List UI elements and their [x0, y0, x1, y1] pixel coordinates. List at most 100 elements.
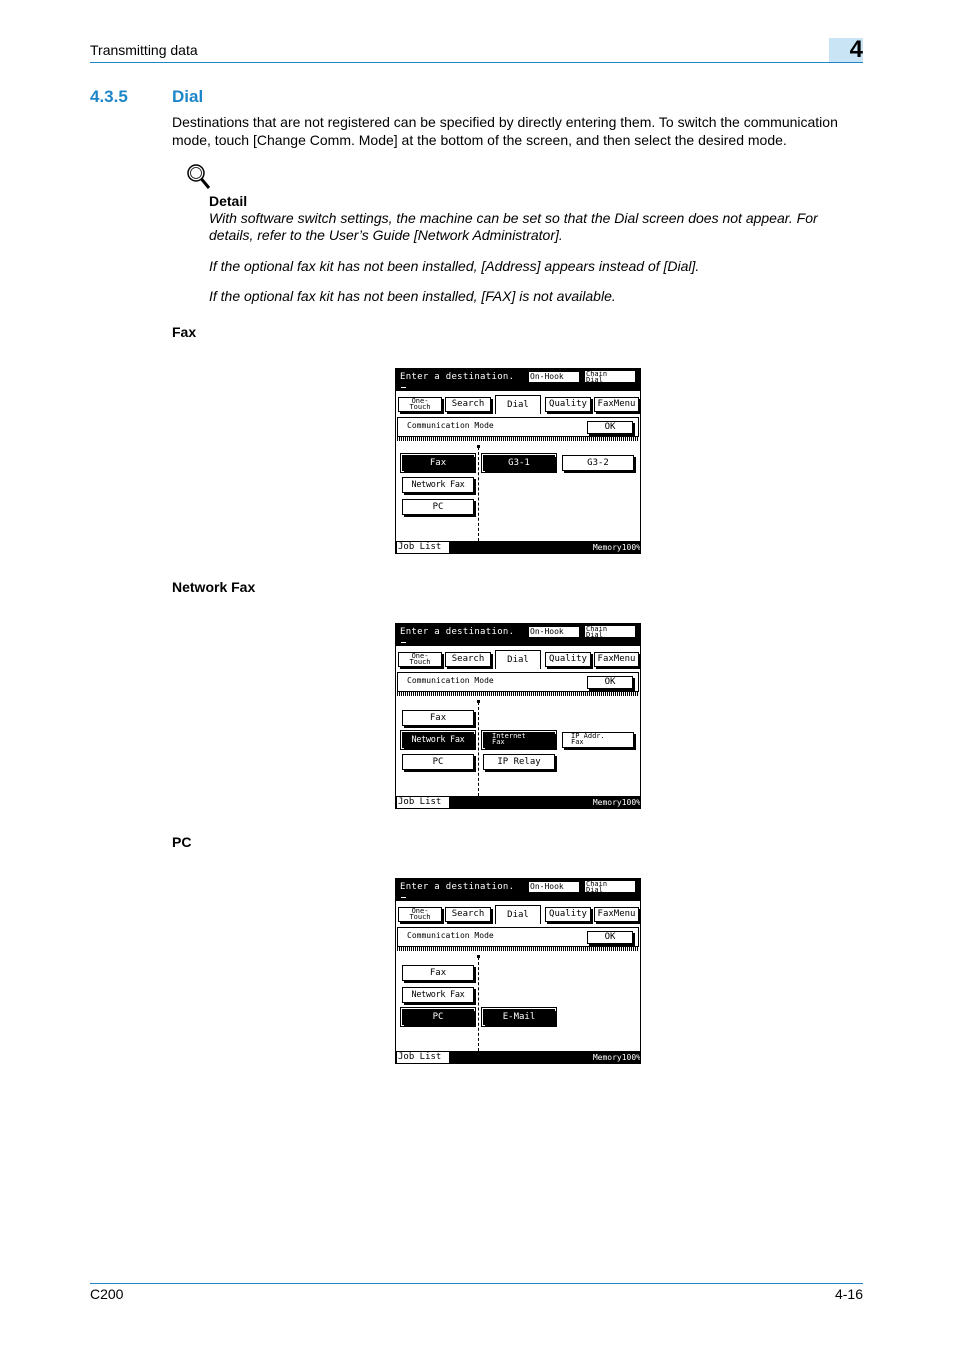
communication-mode-bar: Communication Mode OK [397, 672, 639, 692]
on-hook-button[interactable]: On-Hook [528, 881, 580, 893]
tab-one-touch[interactable]: One- Touch [398, 397, 442, 412]
magnifier-icon [187, 164, 211, 189]
running-header: Transmitting data [90, 42, 198, 58]
tab-one-touch-label-2: Touch [409, 658, 431, 666]
divider-marker [477, 955, 480, 958]
on-hook-button[interactable]: On-Hook [528, 626, 580, 638]
mode-fax-button[interactable]: Fax [400, 453, 476, 473]
subheading-fax: Fax [172, 324, 197, 340]
tab-fax-menu[interactable]: FaxMenu [594, 907, 639, 922]
internet-fax-label-2: Fax [492, 738, 505, 746]
job-list-button[interactable]: Job List [397, 797, 449, 808]
dial-screen-network-fax: Enter a destination. On-Hook Chain Dial O… [395, 623, 641, 809]
tab-bar: One- Touch Search Dial Quality FaxMenu [396, 391, 640, 415]
mode-network-fax-button[interactable]: Network Fax [400, 730, 476, 750]
tab-bar: One- Touch Search Dial Quality FaxMenu [396, 901, 640, 925]
column-divider [478, 702, 479, 796]
dotted-divider [397, 437, 639, 441]
status-bar: Job List Memory100% [396, 1051, 641, 1063]
tab-one-touch-label-2: Touch [409, 913, 431, 921]
subheading-pc: PC [172, 834, 192, 850]
memory-indicator: Memory100% [592, 798, 641, 807]
detail-note-1: With software switch settings, the machi… [209, 210, 818, 243]
communication-mode-bar: Communication Mode OK [397, 927, 639, 947]
ok-button[interactable]: OK [587, 676, 633, 689]
dial-screen-fax: Enter a destination. On-Hook Chain Dial O… [395, 368, 641, 554]
subheading-network-fax: Network Fax [172, 579, 256, 595]
tab-dial[interactable]: Dial [495, 650, 541, 669]
tab-one-touch-label-2: Touch [409, 403, 431, 411]
option-g3-1-button[interactable]: G3-1 [481, 453, 557, 473]
tab-dial[interactable]: Dial [495, 395, 541, 414]
tab-search[interactable]: Search [445, 652, 491, 667]
status-bar: Job List Memory100% [396, 541, 641, 553]
tab-dial[interactable]: Dial [495, 905, 541, 924]
chain-dial-label-2: Dial [586, 631, 603, 639]
option-ip-relay-button[interactable]: IP Relay [483, 754, 555, 770]
option-ip-addr-fax-button[interactable]: IP Addr. Fax [562, 732, 634, 748]
mode-pc-button[interactable]: PC [402, 754, 474, 770]
mode-network-fax-button[interactable]: Network Fax [402, 477, 474, 493]
detail-note-2: If the optional fax kit has not been ins… [209, 258, 700, 274]
tab-quality[interactable]: Quality [545, 652, 591, 667]
communication-mode-label: Communication Mode [407, 421, 494, 430]
page-number: 4-16 [834, 1286, 863, 1302]
mode-pc-button[interactable]: PC [402, 499, 474, 515]
tab-one-touch[interactable]: One- Touch [398, 907, 442, 922]
tab-bar: One- Touch Search Dial Quality FaxMenu [396, 646, 640, 670]
communication-mode-bar: Communication Mode OK [397, 417, 639, 437]
option-e-mail-button[interactable]: E-Mail [481, 1007, 557, 1027]
tab-fax-menu[interactable]: FaxMenu [594, 652, 639, 667]
job-list-button[interactable]: Job List [397, 542, 449, 553]
memory-indicator: Memory100% [592, 1053, 641, 1062]
communication-mode-label: Communication Mode [407, 676, 494, 685]
section-number: 4.3.5 [90, 87, 128, 106]
divider-marker [477, 445, 480, 448]
tab-quality[interactable]: Quality [545, 397, 591, 412]
screen-title: Enter a destination. [400, 372, 515, 382]
detail-note-3: If the optional fax kit has not been ins… [209, 288, 616, 304]
footer-rule [90, 1283, 863, 1284]
chain-dial-button[interactable]: Chain Dial [584, 625, 636, 639]
screen-title: Enter a destination. [400, 627, 515, 637]
tab-one-touch[interactable]: One- Touch [398, 652, 442, 667]
mode-pc-button[interactable]: PC [400, 1007, 476, 1027]
ok-button[interactable]: OK [587, 421, 633, 434]
tab-quality[interactable]: Quality [545, 907, 591, 922]
section-title: Dial [172, 87, 204, 106]
intro-paragraph: Destinations that are not registered can… [172, 114, 838, 148]
communication-mode-label: Communication Mode [407, 931, 494, 940]
chain-dial-button[interactable]: Chain Dial [584, 880, 636, 894]
ok-button[interactable]: OK [587, 931, 633, 944]
mode-network-fax-button[interactable]: Network Fax [402, 987, 474, 1003]
chapter-number: 4 [849, 36, 863, 63]
input-cursor [401, 642, 406, 643]
chain-dial-label-2: Dial [586, 886, 603, 894]
dial-screen-pc: Enter a destination. On-Hook Chain Dial O… [395, 878, 641, 1064]
mode-fax-button[interactable]: Fax [402, 965, 474, 981]
memory-indicator: Memory100% [592, 543, 641, 552]
footer-model: C200 [90, 1286, 124, 1302]
tab-fax-menu[interactable]: FaxMenu [594, 397, 639, 412]
option-g3-2-button[interactable]: G3-2 [562, 455, 634, 471]
chain-dial-button[interactable]: Chain Dial [584, 370, 636, 384]
option-internet-fax-button[interactable]: Internet Fax [481, 730, 557, 750]
detail-title: Detail [209, 193, 248, 209]
screen-title: Enter a destination. [400, 882, 515, 892]
status-bar: Job List Memory100% [396, 796, 641, 808]
input-cursor [401, 387, 406, 388]
dotted-divider [397, 947, 639, 951]
column-divider [478, 957, 479, 1051]
column-divider [478, 447, 479, 541]
chain-dial-label-2: Dial [586, 376, 603, 384]
ip-addr-fax-label-2: Fax [571, 738, 584, 746]
mode-fax-button[interactable]: Fax [402, 710, 474, 726]
dotted-divider [397, 692, 639, 696]
on-hook-button[interactable]: On-Hook [528, 371, 580, 383]
divider-marker [477, 700, 480, 703]
tab-search[interactable]: Search [445, 907, 491, 922]
tab-search[interactable]: Search [445, 397, 491, 412]
input-cursor [401, 897, 406, 898]
job-list-button[interactable]: Job List [397, 1052, 449, 1063]
header-rule [90, 62, 863, 63]
